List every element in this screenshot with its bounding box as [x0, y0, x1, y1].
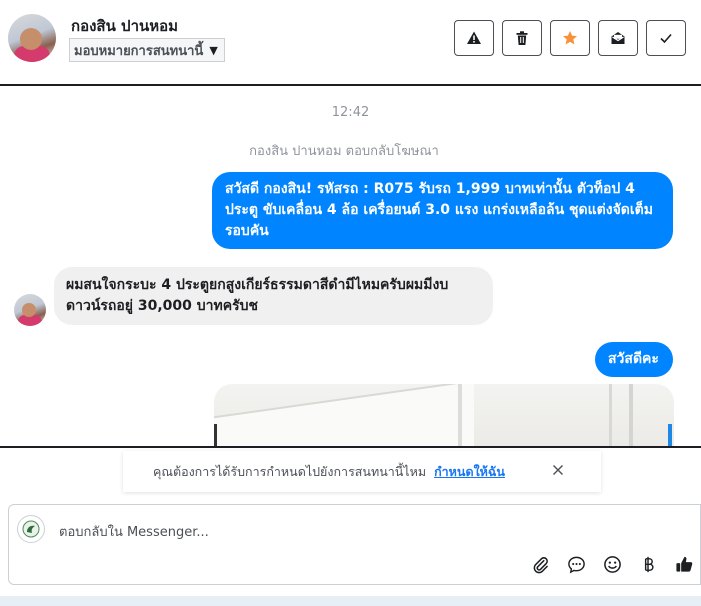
ad-reply-notice: กองสิน ปานหอม ตอบกลับโฆษณา	[249, 144, 439, 159]
contact-name[interactable]: กองสิน ปานหอม	[71, 14, 178, 38]
mark-done-button[interactable]	[646, 20, 686, 56]
assign-label: มอบหมายการสนทนานี้	[74, 43, 204, 59]
reply-input[interactable]: ตอบกลับใน Messenger...	[59, 521, 209, 542]
close-icon[interactable]	[549, 461, 567, 479]
footer-bar	[0, 596, 701, 606]
thread-divider	[0, 446, 701, 448]
saved-reply-icon[interactable]	[565, 553, 587, 575]
contact-avatar[interactable]	[8, 14, 56, 62]
conversation-header: กองสิน ปานหอม มอบหมายการสนทนานี้ ▼	[0, 0, 701, 86]
chevron-down-icon: ▼	[209, 43, 218, 57]
star-button[interactable]	[550, 20, 590, 56]
mark-unread-button[interactable]	[598, 20, 638, 56]
outgoing-message[interactable]: สวัสดีคะ	[595, 342, 673, 377]
warning-icon	[467, 31, 481, 44]
incoming-message[interactable]: ผมสนใจกระบะ 4 ประตูยกสูงเกียร์ธรรมดาสีดำ…	[54, 267, 493, 325]
outgoing-message[interactable]: สวัสดี กองสิน! รหัสรถ : R075 รับรถ 1,999…	[212, 172, 673, 249]
star-icon	[563, 31, 577, 45]
page-avatar	[17, 515, 45, 543]
checkmark-icon	[660, 33, 672, 44]
assign-conversation-dropdown[interactable]: มอบหมายการสนทนานี้ ▼	[69, 38, 225, 62]
assign-to-me-link[interactable]: กำหนดให้ฉัน	[434, 462, 505, 482]
assign-prompt-text: คุณต้องการได้รับการกำหนดไปยังการสนทนานี้…	[153, 463, 427, 479]
message-thread[interactable]: 12:42 กองสิน ปานหอม ตอบกลับโฆษณา สวัสดี …	[0, 88, 701, 447]
assign-prompt-banner: คุณต้องการได้รับการกำหนดไปยังการสนทนานี้…	[123, 451, 601, 492]
trash-icon	[516, 31, 528, 45]
thumbs-up-icon[interactable]	[673, 553, 695, 575]
reply-composer[interactable]: ตอบกลับใน Messenger...	[8, 504, 701, 585]
attachment-icon[interactable]	[529, 553, 551, 575]
baht-icon[interactable]	[637, 553, 659, 575]
open-envelope-icon	[611, 32, 625, 44]
delete-button[interactable]	[502, 20, 542, 56]
message-timestamp: 12:42	[331, 105, 370, 120]
customer-avatar	[14, 294, 46, 326]
message-photo[interactable]	[214, 384, 674, 447]
emoji-icon[interactable]	[601, 553, 623, 575]
report-spam-button[interactable]	[454, 20, 494, 56]
